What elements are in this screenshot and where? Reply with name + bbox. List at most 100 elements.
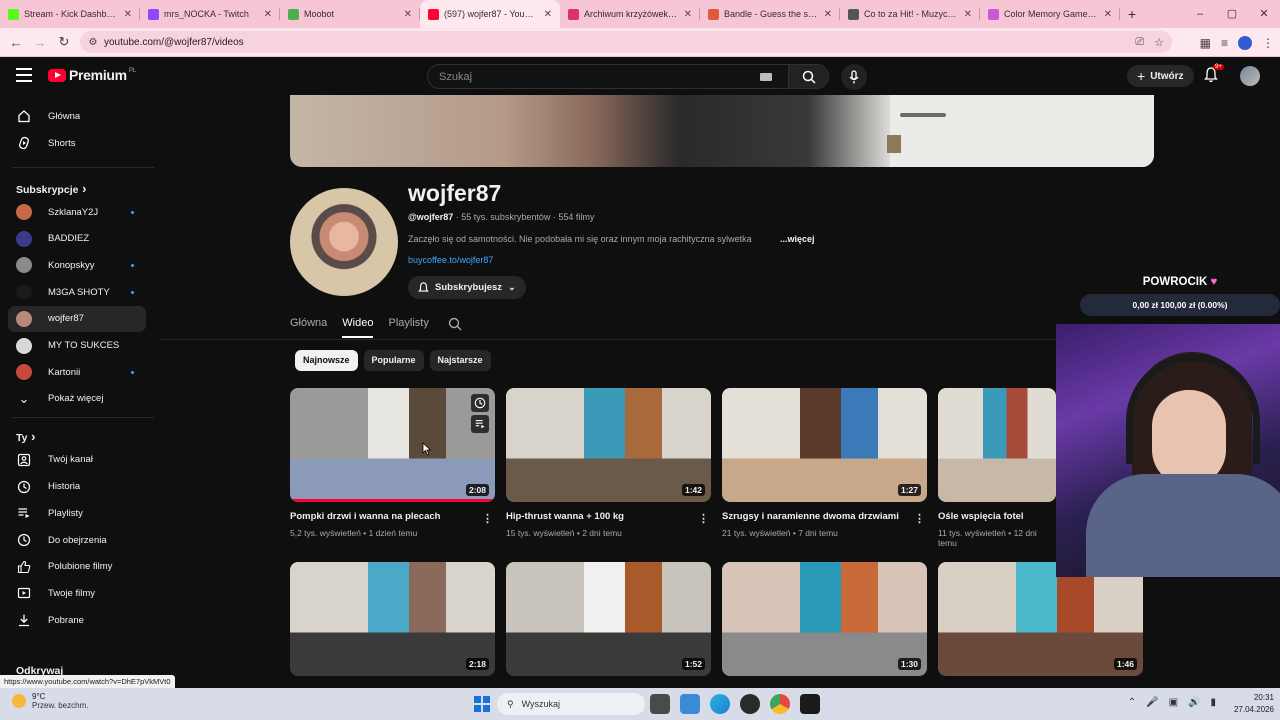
sidebar-item-channel[interactable]: Twój kanał (8, 447, 146, 473)
notifications-button[interactable]: 9+ (1204, 64, 1224, 88)
more-actions-icon[interactable]: ⋮ (698, 512, 709, 525)
profile-avatar[interactable] (1238, 35, 1252, 50)
tab-wideo[interactable]: Wideo (342, 310, 374, 338)
video-card[interactable]: 1:42 Hip-thrust wanna + 100 kg 15 tys. wyś… (506, 388, 711, 538)
sidebar-subscriptions-header[interactable]: Subskrypcje › (16, 181, 86, 196)
sidebar-item-download[interactable]: Pobrane (8, 607, 146, 633)
reload-icon[interactable]: ↻ (52, 34, 76, 50)
video-title[interactable]: Ośle wspięcia fotel (938, 511, 1056, 522)
channel-description[interactable]: Zaczęło się od samotności. Nie podobała … (408, 234, 815, 244)
video-thumbnail[interactable]: 1:30 (722, 562, 927, 676)
sidebar-subscription-item[interactable]: MY TO SUKCES (8, 333, 146, 359)
add-to-queue-icon[interactable] (471, 415, 489, 433)
forward-icon[interactable]: → (28, 35, 52, 50)
sidebar-subscription-item[interactable]: M3GA SHOTY (8, 279, 146, 305)
keyboard-icon[interactable] (760, 72, 772, 81)
sidebar-item-your-videos[interactable]: Twoje filmy (8, 580, 146, 606)
tab-close-icon[interactable]: ✕ (964, 9, 972, 20)
browser-tab[interactable]: Color Memory Game — h ✕ (980, 0, 1120, 28)
tab-close-icon[interactable]: ✕ (404, 9, 412, 20)
search-button[interactable] (788, 65, 828, 88)
video-card[interactable]: 1:30 (722, 562, 927, 676)
sidebar-item-like[interactable]: Polubione filmy (8, 554, 146, 580)
tab-główna[interactable]: Główna (290, 310, 327, 338)
video-thumbnail[interactable]: 2:08 (290, 388, 495, 502)
video-card[interactable]: Ośle wspięcia fotel 11 tys. wyświetleń • … (938, 388, 1056, 548)
media-control-icon[interactable]: ≡ (1221, 36, 1228, 50)
browser-tab[interactable]: Bandle - Guess the song ✕ (700, 0, 840, 28)
address-bar[interactable]: ⚙ youtube.com/@wojfer87/videos ⎚ ☆ (80, 31, 1172, 53)
site-info-icon[interactable]: ⚙ (84, 37, 102, 48)
sidebar-item-shorts[interactable]: Shorts (8, 130, 146, 156)
browser-tab[interactable]: (597) wojfer87 - YouTube ✕ (420, 0, 560, 28)
chrome-browser-icon[interactable] (770, 694, 790, 714)
video-thumbnail[interactable] (938, 388, 1056, 502)
sidebar-item-history[interactable]: Historia (8, 474, 146, 500)
description-more-link[interactable]: ...więcej (780, 234, 815, 244)
tab-close-icon[interactable]: ✕ (544, 9, 552, 20)
video-thumbnail[interactable]: 1:42 (506, 388, 711, 502)
obs-app-icon[interactable] (740, 694, 760, 714)
browser-tab[interactable]: Archiwum krzyżówek muz ✕ (560, 0, 700, 28)
video-thumbnail[interactable]: 1:52 (506, 562, 711, 676)
edge-browser-icon[interactable] (710, 694, 730, 714)
watch-later-icon[interactable] (471, 394, 489, 412)
weather-widget[interactable]: 9°C Przew. bezchm. (12, 692, 88, 710)
capture-app-icon[interactable] (800, 694, 820, 714)
tab-close-icon[interactable]: ✕ (1104, 9, 1112, 20)
tab-close-icon[interactable]: ✕ (684, 9, 692, 20)
video-card[interactable]: 2:18 (290, 562, 495, 676)
video-thumbnail[interactable]: 2:18 (290, 562, 495, 676)
bookmark-star-icon[interactable]: ☆ (1154, 36, 1164, 49)
new-tab-icon[interactable]: + (1120, 6, 1144, 22)
sidebar-subscription-item[interactable]: Konopskyy (8, 252, 146, 278)
minimize-icon[interactable]: – (1184, 0, 1216, 28)
taskbar-search[interactable]: ⚲ Wyszukaj (497, 693, 645, 715)
show-more-button[interactable]: ⌄ Pokaż więcej (8, 386, 146, 412)
tab-playlisty[interactable]: Playlisty (388, 310, 428, 338)
video-thumbnail[interactable]: 1:27 (722, 388, 927, 502)
sidebar-item-główna[interactable]: Główna (8, 103, 146, 129)
account-avatar[interactable] (1240, 66, 1260, 86)
video-card[interactable]: 2:08 Pompki drzwi i wanna na plecach 5,2 t… (290, 388, 495, 538)
create-button[interactable]: + Utwórz (1127, 65, 1194, 87)
battery-icon[interactable]: ▮ (1210, 697, 1216, 708)
video-card[interactable]: 1:46 (938, 562, 1143, 676)
back-icon[interactable]: ← (4, 35, 28, 50)
youtube-premium-logo[interactable]: Premium PL (48, 67, 136, 83)
tray-overflow-icon[interactable]: ⌃ (1128, 697, 1136, 708)
subscribed-button[interactable]: Subskrybujesz ⌄ (408, 276, 526, 299)
sidebar-item-watch-later[interactable]: Do obejrzenia (8, 527, 146, 553)
browser-tab[interactable]: Stream - Kick Dashboard ✕ (0, 0, 140, 28)
sidebar-you-header[interactable]: Ty › (16, 429, 35, 444)
browser-tab[interactable]: Co to za Hit! - Muzyczny ✕ (840, 0, 980, 28)
extensions-icon[interactable]: ▦ (1200, 36, 1211, 50)
browser-tab[interactable]: Moobot ✕ (280, 0, 420, 28)
voice-search-button[interactable] (841, 64, 867, 90)
install-app-icon[interactable]: ⎚ (1135, 36, 1144, 49)
video-title[interactable]: Pompki drzwi i wanna na plecach (290, 511, 495, 522)
browser-tab[interactable]: mrs_NOCKA - Twitch ✕ (140, 0, 280, 28)
sidebar-subscription-item[interactable]: Kartonii (8, 359, 146, 385)
channel-external-link[interactable]: buycoffee.to/wojfer87 (408, 255, 493, 265)
close-window-icon[interactable]: ✕ (1248, 0, 1280, 28)
video-thumbnail[interactable]: 1:46 (938, 562, 1143, 676)
menu-icon[interactable] (16, 68, 32, 82)
sidebar-subscription-item[interactable]: BADDIEZ (8, 226, 146, 252)
maximize-icon[interactable]: ▢ (1216, 0, 1248, 28)
sort-chip[interactable]: Najnowsze (295, 350, 358, 371)
volume-icon[interactable]: 🔊 (1188, 697, 1200, 708)
video-card[interactable]: 1:27 Szrugsy i naramienne dwoma drzwiami 2… (722, 388, 927, 538)
network-icon[interactable]: ▣ (1169, 697, 1178, 708)
tab-close-icon[interactable]: ✕ (824, 9, 832, 20)
channel-search-icon[interactable] (448, 317, 462, 336)
task-view-icon[interactable] (650, 694, 670, 714)
sort-chip[interactable]: Najstarsze (429, 350, 491, 371)
search-box[interactable]: Szukaj (427, 64, 829, 89)
widgets-app-icon[interactable] (680, 694, 700, 714)
browser-menu-icon[interactable]: ⋮ (1262, 36, 1274, 50)
more-actions-icon[interactable]: ⋮ (482, 512, 493, 525)
microphone-icon[interactable]: 🎤 (1146, 697, 1158, 708)
taskbar-clock[interactable]: 20:31 27.04.2026 (1234, 692, 1274, 716)
channel-avatar[interactable] (290, 188, 398, 296)
